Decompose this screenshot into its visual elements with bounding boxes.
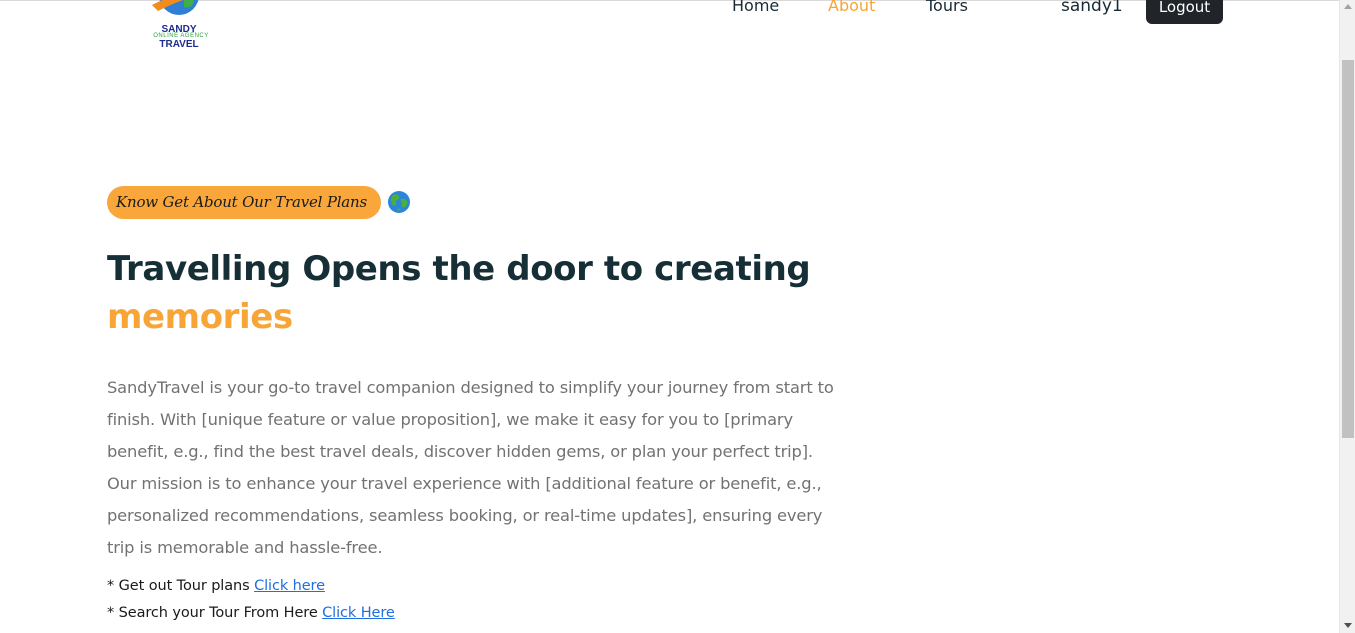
logout-button[interactable]: Logout (1146, 0, 1223, 24)
username-label: sandy1 (1061, 0, 1123, 16)
headline-main: Travelling Opens the door to creating (107, 249, 811, 289)
brand-logo[interactable]: SANDY ONLINE AGENCY TRAVEL (140, 0, 226, 51)
tagline-pill: Know Get About Our Travel Plans (107, 185, 382, 219)
hero-headline: Travelling Opens the door to creating me… (107, 245, 867, 341)
nav-home-link[interactable]: Home (732, 0, 779, 15)
scrollbar-thumb[interactable] (1342, 60, 1354, 438)
tour-plans-prefix: * Get out Tour plans (107, 578, 255, 594)
nav-tours-link[interactable]: Tours (926, 0, 968, 15)
tagline-row: Know Get About Our Travel Plans (107, 185, 411, 219)
hero-description: SandyTravel is your go-to travel compani… (107, 378, 834, 557)
page: SANDY ONLINE AGENCY TRAVEL Home About To… (0, 0, 1355, 633)
globe-icon (388, 191, 411, 213)
search-tour-prefix: * Search your Tour From Here (107, 605, 323, 621)
headline-accent: memories (107, 297, 293, 337)
tour-plans-line: * Get out Tour plans Click here (107, 578, 325, 594)
scroll-down-arrow-icon[interactable] (1344, 623, 1352, 628)
vertical-scrollbar[interactable] (1339, 0, 1355, 633)
logo-title-line2: TRAVEL (159, 39, 199, 50)
search-tour-line: * Search your Tour From Here Click Here (107, 605, 395, 621)
nav-about-link[interactable]: About (828, 0, 875, 15)
scroll-up-arrow-icon[interactable] (1344, 4, 1352, 9)
logo-globe-icon (152, 0, 199, 15)
tour-plans-link[interactable]: Click here (254, 578, 325, 594)
search-tour-link[interactable]: Click Here (322, 605, 395, 621)
